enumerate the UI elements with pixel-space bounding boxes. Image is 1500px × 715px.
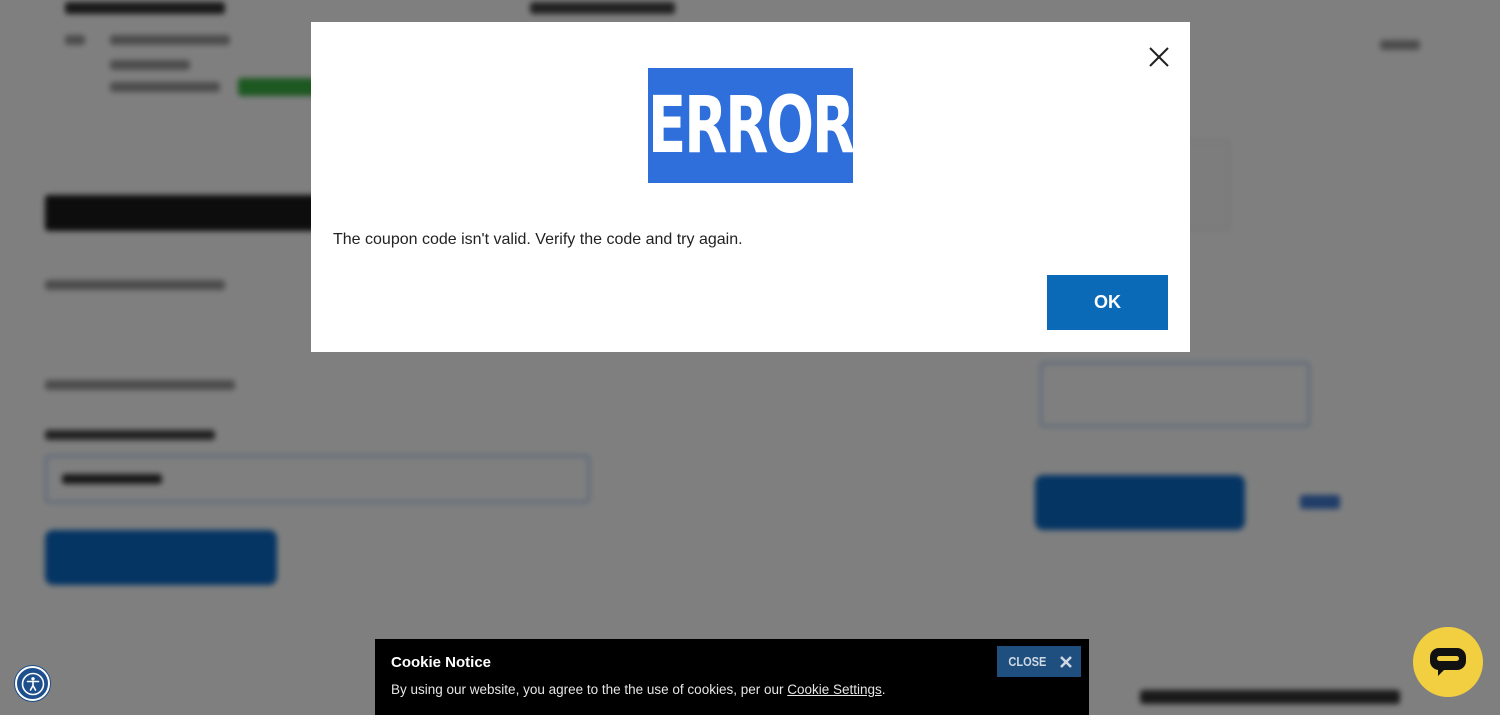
ok-button[interactable]: OK xyxy=(1047,275,1168,330)
accessibility-icon xyxy=(21,672,44,695)
error-message: The coupon code isn't valid. Verify the … xyxy=(333,231,743,248)
accessibility-button[interactable] xyxy=(15,666,50,701)
cookie-close-label: CLOSE xyxy=(1007,654,1047,669)
cookie-notice-text-prefix: By using our website, you agree to the t… xyxy=(391,682,788,697)
cookie-notice-text-suffix: . xyxy=(881,682,886,697)
cookie-notice: Cookie Notice By using our website, you … xyxy=(375,639,1089,715)
chat-icon xyxy=(1430,648,1466,676)
cookie-settings-link[interactable]: Cookie Settings xyxy=(787,682,882,697)
cookie-notice-text: By using our website, you agree to the t… xyxy=(391,682,886,697)
cookie-close-button[interactable]: CLOSE xyxy=(997,646,1081,677)
close-x-icon xyxy=(1060,655,1073,668)
close-icon[interactable] xyxy=(1146,44,1172,70)
chat-button[interactable] xyxy=(1413,627,1483,697)
cookie-notice-title: Cookie Notice xyxy=(391,654,492,671)
error-heading-banner: ERROR xyxy=(647,68,855,183)
error-heading: ERROR xyxy=(647,80,855,171)
error-dialog: ERROR The coupon code isn't valid. Verif… xyxy=(311,22,1190,352)
